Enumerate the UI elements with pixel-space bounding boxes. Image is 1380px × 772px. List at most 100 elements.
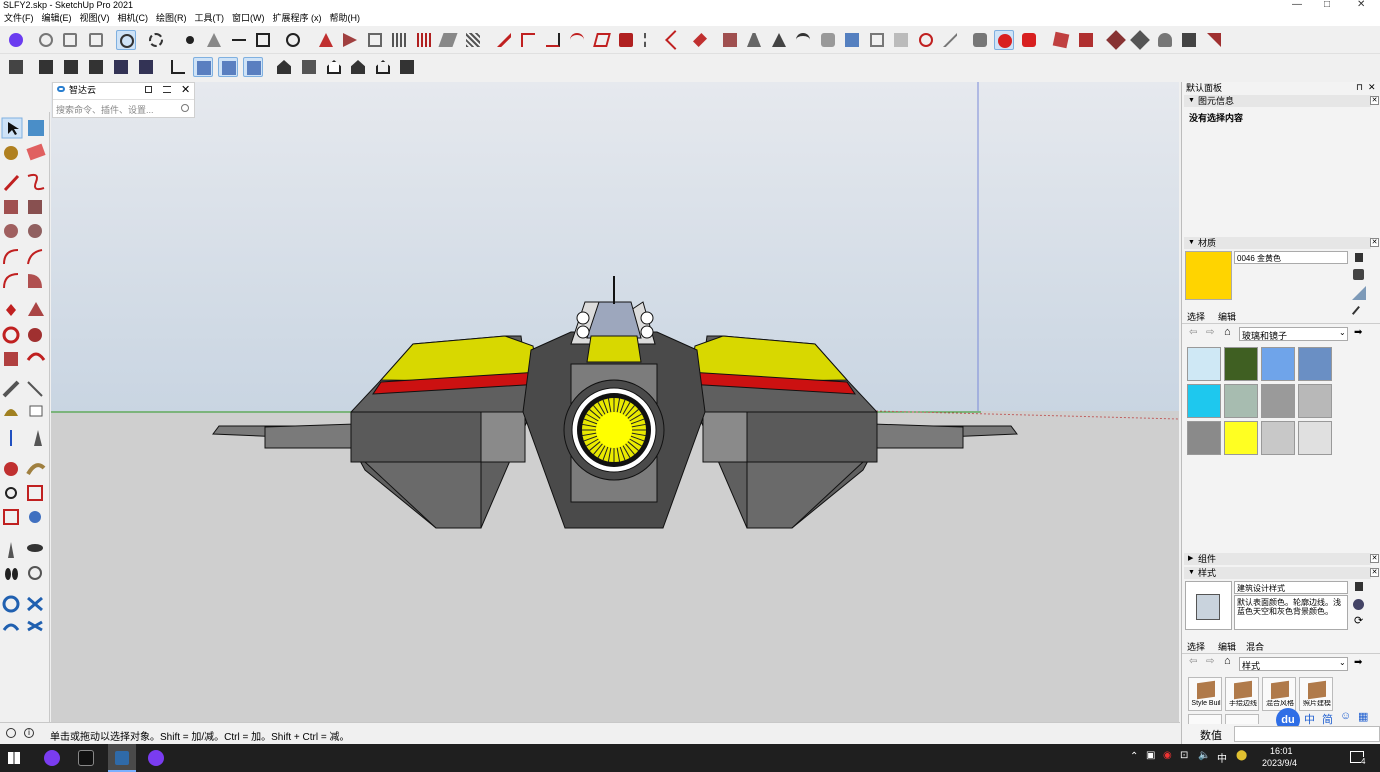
- material-swatch[interactable]: [1224, 347, 1258, 381]
- style-thumb-partial[interactable]: [1188, 714, 1222, 724]
- app-1-icon[interactable]: [44, 750, 60, 766]
- search-icon[interactable]: [181, 104, 189, 112]
- menu-file[interactable]: 文件(F): [4, 11, 34, 26]
- minimize-button[interactable]: —: [1292, 0, 1302, 10]
- search-field[interactable]: 搜索命令、插件、设置...: [53, 99, 194, 117]
- app-3-icon[interactable]: [148, 750, 164, 766]
- materials-tab-edit[interactable]: 编辑: [1218, 310, 1236, 323]
- tray-ime-text[interactable]: 中: [1217, 750, 1227, 765]
- style-name-field[interactable]: 建筑设计样式: [1234, 581, 1348, 594]
- details-arrow-icon[interactable]: ➡: [1354, 657, 1362, 668]
- tool-d-icon[interactable]: [389, 30, 409, 50]
- maximize-button[interactable]: □: [1324, 0, 1330, 10]
- 3b-icon[interactable]: [970, 30, 990, 50]
- material-swatch[interactable]: [1298, 421, 1332, 455]
- material-name-field[interactable]: 0046 金黄色: [1234, 251, 1348, 264]
- styles-header[interactable]: ▼ 样式 ✕: [1184, 567, 1379, 579]
- current-material-swatch[interactable]: [1185, 251, 1232, 300]
- tool-p-icon[interactable]: [690, 30, 710, 50]
- tray-close-icon[interactable]: ✕: [1368, 82, 1376, 93]
- iso-view-icon[interactable]: [193, 57, 213, 77]
- tool-f-icon[interactable]: [438, 30, 458, 50]
- plugin-6-icon[interactable]: [1179, 30, 1199, 50]
- tool-c-icon[interactable]: [365, 30, 385, 50]
- tool-l-icon[interactable]: [592, 30, 612, 50]
- camera-icon[interactable]: [60, 30, 80, 50]
- plugin-2-icon[interactable]: [1076, 30, 1096, 50]
- tool-g-icon[interactable]: [463, 30, 483, 50]
- select-mode-icon[interactable]: [116, 30, 136, 50]
- measurements-input[interactable]: [1234, 726, 1380, 742]
- material-swatch[interactable]: [1187, 384, 1221, 418]
- clock-date[interactable]: 2023/9/4: [1262, 758, 1297, 768]
- settings-gear-icon[interactable]: [146, 30, 166, 50]
- entity-info-header[interactable]: ▼ 图元信息 ✕: [1184, 95, 1379, 107]
- default-material-icon[interactable]: [1353, 269, 1364, 280]
- material-swatch[interactable]: [1187, 421, 1221, 455]
- material-swatch[interactable]: [1224, 384, 1258, 418]
- maximize-panel-icon[interactable]: [145, 86, 152, 93]
- tool-u-icon[interactable]: [818, 30, 838, 50]
- menu-tools[interactable]: 工具(T): [195, 11, 225, 26]
- plugin-7-icon[interactable]: [1204, 30, 1224, 50]
- tool-o-icon[interactable]: [665, 30, 685, 50]
- plugin-1-icon[interactable]: [1051, 30, 1071, 50]
- forward-arrow-icon[interactable]: ⇨: [1206, 656, 1214, 667]
- front-view-icon[interactable]: [243, 57, 263, 77]
- styles-tab-mix[interactable]: 混合: [1246, 640, 1264, 653]
- home-icon[interactable]: ⌂: [1224, 326, 1231, 338]
- tool-s-icon[interactable]: [769, 30, 789, 50]
- ime-simplified-indicator[interactable]: 简: [1322, 711, 1333, 727]
- tray-network-icon[interactable]: ⊡: [1180, 750, 1188, 761]
- tool-h-icon[interactable]: [494, 30, 514, 50]
- style-thumb[interactable]: 手绘边线: [1225, 677, 1259, 711]
- update-style-icon[interactable]: [1353, 599, 1364, 610]
- tool-t-icon[interactable]: [793, 30, 813, 50]
- tool-q-icon[interactable]: [720, 30, 740, 50]
- tray-chevron-up-icon[interactable]: ⌃: [1130, 751, 1138, 762]
- home-icon[interactable]: ⌂: [1224, 655, 1231, 667]
- tray-ime-icon[interactable]: ⬤: [1236, 750, 1247, 761]
- info-icon[interactable]: i: [24, 728, 34, 738]
- tool-z-icon[interactable]: [940, 30, 960, 50]
- line-icon[interactable]: [229, 30, 249, 50]
- material-swatch[interactable]: [1187, 347, 1221, 381]
- tool-a-icon[interactable]: [316, 30, 336, 50]
- back-arrow-icon[interactable]: ⇦: [1189, 656, 1197, 667]
- tool-e-icon[interactable]: [414, 30, 434, 50]
- tool-v-icon[interactable]: [842, 30, 862, 50]
- eyedropper-icon[interactable]: [1351, 305, 1367, 321]
- menu-window[interactable]: 窗口(W): [232, 11, 265, 26]
- details-arrow-icon[interactable]: ➡: [1354, 327, 1362, 338]
- pin-icon[interactable]: ⊓: [1356, 82, 1363, 93]
- menu-camera[interactable]: 相机(C): [118, 11, 149, 26]
- tool-w-icon[interactable]: [867, 30, 887, 50]
- materials-header[interactable]: ▼ 材质 ✕: [1184, 237, 1379, 249]
- plugin-3-icon[interactable]: [1106, 30, 1126, 50]
- axes-icon[interactable]: [168, 57, 188, 77]
- create-style-icon[interactable]: [1355, 582, 1363, 591]
- box-view-3-icon[interactable]: [86, 57, 106, 77]
- menu-edit[interactable]: 编辑(E): [42, 11, 72, 26]
- box-view-2-icon[interactable]: [61, 57, 81, 77]
- point-icon[interactable]: [180, 30, 200, 50]
- tool-n-icon[interactable]: [641, 30, 661, 50]
- warehouse-icon[interactable]: [397, 57, 417, 77]
- material-swatch[interactable]: [1261, 347, 1295, 381]
- tool-j-icon[interactable]: [543, 30, 563, 50]
- clock-time[interactable]: 16:01: [1270, 746, 1293, 756]
- rectangle-icon[interactable]: [253, 30, 273, 50]
- close-button[interactable]: ✕: [1357, 0, 1365, 10]
- tool-m-icon[interactable]: [616, 30, 636, 50]
- tool-r-icon[interactable]: [744, 30, 764, 50]
- tool-y-icon[interactable]: [916, 30, 936, 50]
- refresh-icon[interactable]: ⟳: [1354, 614, 1363, 627]
- tool-k-icon[interactable]: [567, 30, 587, 50]
- start-windows-icon[interactable]: [8, 752, 20, 764]
- geolocation-icon[interactable]: [6, 728, 16, 738]
- style-thumb[interactable]: Style Buil: [1188, 677, 1222, 711]
- material-swatch[interactable]: [1261, 421, 1295, 455]
- scene-canvas[interactable]: [51, 82, 1179, 722]
- sample-paint-icon[interactable]: [1352, 286, 1366, 300]
- style-library-select[interactable]: 样式 ⌄: [1239, 657, 1348, 671]
